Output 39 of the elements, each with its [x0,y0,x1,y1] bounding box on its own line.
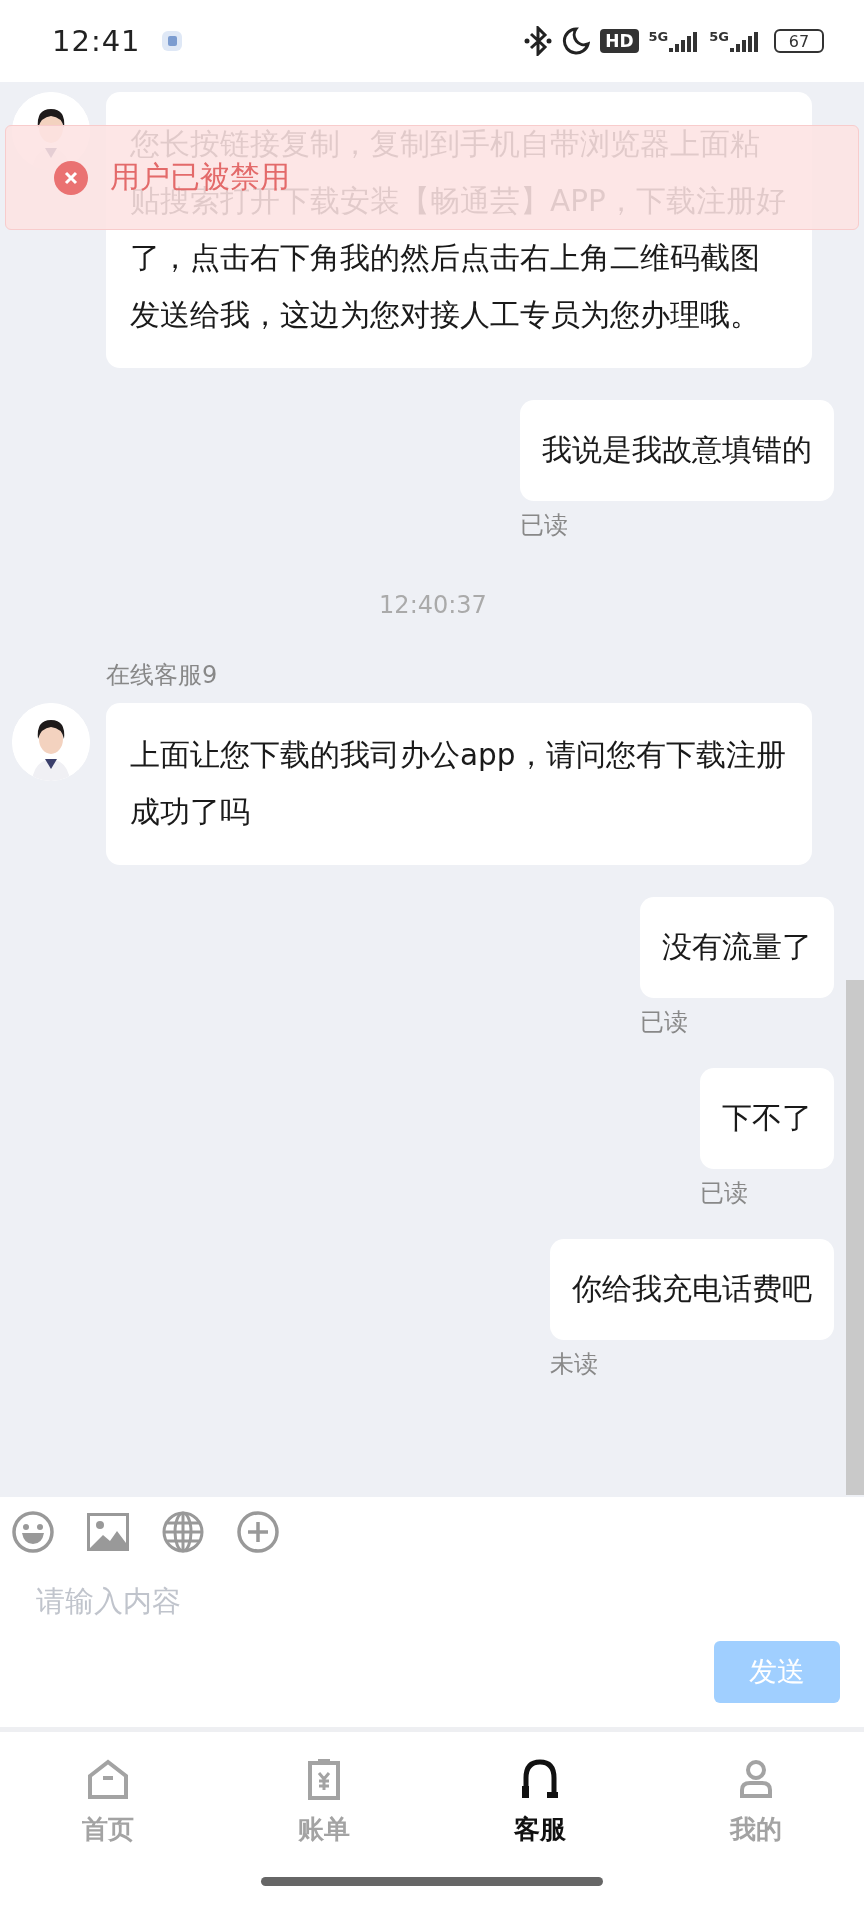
app-notification-icon [160,30,183,52]
bluetooth-icon [524,26,553,56]
globe-button[interactable] [162,1511,204,1553]
read-status: 未读 [550,1349,598,1380]
moon-icon [562,27,591,55]
nav-tab[interactable]: 首页 [0,1758,216,1847]
plus-circle-icon [237,1511,279,1553]
message-bubble: 我说是我故意填错的 [520,400,834,501]
house-icon [86,1758,130,1800]
emoji-button[interactable] [12,1511,54,1553]
error-icon [54,160,88,195]
read-status: 已读 [700,1178,748,1209]
sender-name: 在线客服9 [106,660,219,691]
clipboard-icon [308,1758,340,1800]
smiley-icon [12,1511,54,1553]
message-bubble: 你给我充电话费吧 [550,1239,834,1340]
network-label: 5G [709,30,729,44]
battery-indicator: 67 [774,29,824,53]
nav-tab[interactable]: 我的 [648,1758,864,1847]
read-status: 已读 [520,510,568,541]
signal-icon [730,30,760,52]
network-label: 5G [648,30,669,44]
hd-badge: HD [600,29,639,53]
message-bubble: 上面让您下载的我司办公app，请问您有下载注册成功了吗 [106,703,812,865]
timestamp: 12:40:37 [379,591,487,619]
person-icon [739,1758,773,1800]
globe-icon [162,1511,204,1553]
message-bubble: 没有流量了 [640,897,834,998]
read-status: 已读 [640,1007,688,1038]
clock: 12:41 [52,24,141,58]
signal-icon [669,30,700,52]
nav-tab[interactable]: 账单 [216,1758,432,1847]
add-button[interactable] [237,1511,279,1553]
image-button[interactable] [87,1511,129,1553]
scrollbar[interactable] [846,980,864,1495]
message-bubble: 下不了 [700,1068,834,1169]
nav-tab[interactable]: 客服 [432,1758,648,1847]
image-icon [87,1513,129,1551]
headphones-icon [521,1758,559,1800]
